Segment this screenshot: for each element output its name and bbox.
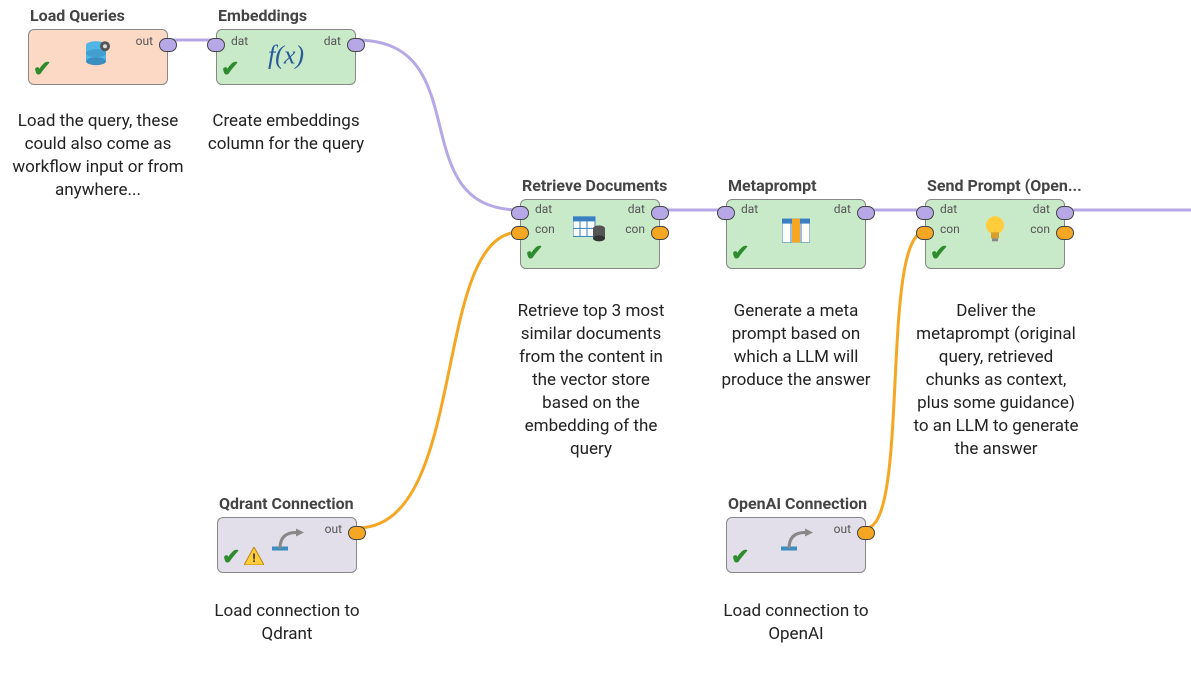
- port-out-dat[interactable]: [1056, 206, 1074, 220]
- port-in-con[interactable]: [511, 226, 529, 240]
- node-body: out ✔ !: [217, 517, 357, 573]
- port-label-con-out: con: [625, 222, 645, 236]
- port-label-dat-in: dat: [741, 202, 758, 216]
- port-in-dat[interactable]: [717, 206, 735, 220]
- node-qdrant-connection[interactable]: Qdrant Connection out ✔ !: [217, 494, 357, 573]
- node-desc-retrieve-documents: Retrieve top 3 most similar documents fr…: [508, 300, 674, 461]
- port-out-dat[interactable]: [651, 206, 669, 220]
- port-label-out: out: [325, 522, 342, 536]
- port-in-dat[interactable]: [511, 206, 529, 220]
- node-title: Retrieve Documents: [520, 176, 690, 195]
- port-label-dat-out: dat: [834, 202, 851, 216]
- node-desc-qdrant-connection: Load connection to Qdrant: [200, 600, 374, 646]
- node-body: dat dat ✔ f(x): [216, 29, 356, 85]
- node-retrieve-documents[interactable]: Retrieve Documents dat con dat con ✔: [520, 176, 660, 269]
- status-check-icon: ✔: [525, 241, 543, 266]
- node-title: Load Queries: [28, 6, 168, 25]
- connection-arrow-icon: [779, 529, 813, 559]
- node-body: dat dat ✔: [726, 199, 866, 269]
- node-body: dat con dat con ✔: [520, 199, 660, 269]
- port-label-dat-in: dat: [535, 202, 552, 216]
- port-label-dat-in: dat: [940, 202, 957, 216]
- node-title: OpenAI Connection: [726, 494, 896, 513]
- node-desc-load-queries: Load the query, these could also come as…: [10, 110, 186, 202]
- port-in-dat[interactable]: [207, 38, 225, 52]
- status-check-icon: ✔: [222, 545, 240, 570]
- node-embeddings[interactable]: Embeddings dat dat ✔ f(x): [216, 6, 356, 85]
- port-out-con[interactable]: [651, 226, 669, 240]
- node-metaprompt[interactable]: Metaprompt dat dat ✔: [726, 176, 866, 269]
- node-title: Send Prompt (Open...: [925, 176, 1095, 195]
- node-body: out ✔: [726, 517, 866, 573]
- port-label-out: out: [834, 522, 851, 536]
- table-column-icon: [782, 219, 810, 247]
- port-out-dat[interactable]: [347, 38, 365, 52]
- database-gear-icon: [82, 37, 114, 73]
- port-label-con-in: con: [535, 222, 555, 236]
- node-desc-send-prompt: Deliver the metaprompt (original query, …: [912, 300, 1080, 461]
- port-label-dat-out: dat: [324, 34, 341, 48]
- port-in-con[interactable]: [916, 226, 934, 240]
- node-desc-metaprompt: Generate a meta prompt based on which a …: [710, 300, 882, 392]
- status-check-icon: ✔: [731, 241, 749, 266]
- svg-text:!: !: [252, 551, 255, 565]
- port-out-dat[interactable]: [857, 206, 875, 220]
- lightbulb-icon: [983, 215, 1007, 249]
- port-label-con-in: con: [940, 222, 960, 236]
- port-label-out: out: [136, 34, 153, 48]
- status-warning-icon: !: [244, 547, 264, 570]
- workflow-canvas: Load Queries out ✔ Load the query, these…: [0, 0, 1191, 678]
- port-in-dat[interactable]: [916, 206, 934, 220]
- port-label-con-out: con: [1030, 222, 1050, 236]
- status-check-icon: ✔: [731, 545, 749, 570]
- status-check-icon: ✔: [221, 57, 239, 82]
- status-check-icon: ✔: [930, 241, 948, 266]
- node-body: dat con dat con ✔: [925, 199, 1065, 269]
- connection-arrow-icon: [270, 529, 304, 559]
- port-label-dat-out: dat: [628, 202, 645, 216]
- node-title: Embeddings: [216, 6, 356, 25]
- port-out-con[interactable]: [857, 526, 875, 540]
- port-out-con[interactable]: [1056, 226, 1074, 240]
- node-openai-connection[interactable]: OpenAI Connection out ✔: [726, 494, 866, 573]
- node-desc-openai-connection: Load connection to OpenAI: [710, 600, 882, 646]
- node-title: Qdrant Connection: [217, 494, 387, 513]
- table-database-icon: [573, 216, 607, 248]
- node-send-prompt[interactable]: Send Prompt (Open... dat con dat con ✔: [925, 176, 1065, 269]
- port-out-dat[interactable]: [159, 38, 177, 52]
- node-body: out ✔: [28, 29, 168, 85]
- node-title: Metaprompt: [726, 176, 866, 195]
- port-label-dat-out: dat: [1033, 202, 1050, 216]
- port-out-con[interactable]: [348, 526, 366, 540]
- function-fx-icon: f(x): [268, 41, 304, 71]
- port-label-dat-in: dat: [231, 34, 248, 48]
- status-check-icon: ✔: [33, 57, 51, 82]
- node-desc-embeddings: Create embeddings column for the query: [206, 110, 366, 156]
- node-load-queries[interactable]: Load Queries out ✔: [28, 6, 168, 85]
